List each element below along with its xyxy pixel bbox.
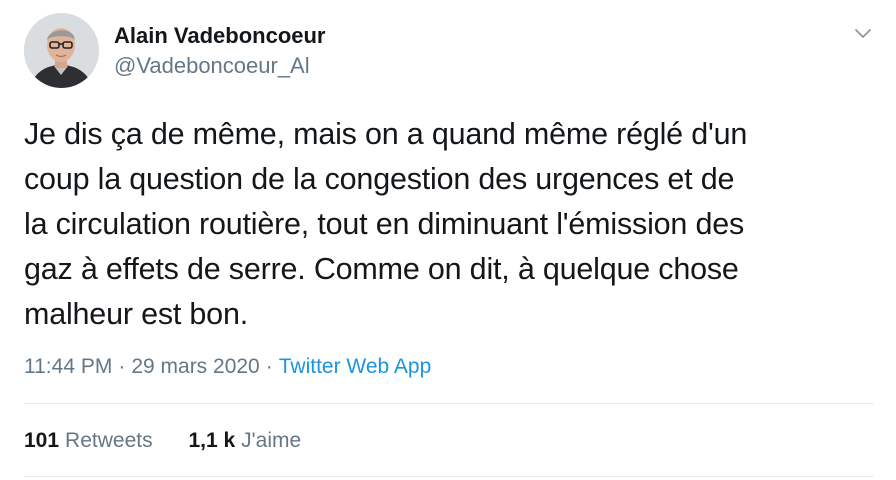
- tweet-stats: 101 Retweets 1,1 k J'aime: [24, 427, 301, 455]
- tweet-menu-button[interactable]: [851, 22, 875, 46]
- avatar[interactable]: [24, 13, 99, 88]
- author-block: Alain Vadeboncoeur @Vadeboncoeur_Al: [114, 22, 326, 80]
- tweet-text-line: malheur est bon.: [24, 297, 248, 331]
- retweets-label: Retweets: [65, 429, 153, 452]
- retweets-stat[interactable]: 101 Retweets: [24, 427, 153, 455]
- tweet-card: Alain Vadeboncoeur @Vadeboncoeur_Al Je d…: [0, 0, 896, 480]
- tweet-source-link[interactable]: Twitter Web App: [279, 355, 432, 378]
- person-avatar-icon: [24, 13, 99, 88]
- meta-separator: ·: [265, 355, 273, 378]
- chevron-down-icon: [855, 29, 871, 38]
- likes-count: 1,1 k: [188, 429, 236, 452]
- display-name[interactable]: Alain Vadeboncoeur: [114, 22, 326, 50]
- likes-label: J'aime: [241, 429, 302, 452]
- tweet-time[interactable]: 11:44 PM: [24, 355, 112, 378]
- tweet-date[interactable]: 29 mars 2020: [131, 355, 259, 378]
- tweet-text-line: la circulation routière, tout en diminua…: [24, 207, 745, 241]
- likes-stat[interactable]: 1,1 k J'aime: [188, 427, 301, 455]
- tweet-text: Je dis ça de même, mais on a quand même …: [24, 112, 874, 337]
- tweet-text-line: Je dis ça de même, mais on a quand même …: [24, 117, 748, 151]
- meta-separator: ·: [118, 355, 126, 378]
- divider: [24, 403, 874, 404]
- retweets-count: 101: [24, 429, 60, 452]
- tweet-text-line: coup la question de la congestion des ur…: [24, 162, 735, 196]
- tweet-metadata: 11:44 PM · 29 mars 2020 · Twitter Web App: [24, 353, 431, 381]
- divider: [24, 476, 874, 477]
- tweet-text-line: gaz à effets de serre. Comme on dit, à q…: [24, 252, 739, 286]
- user-handle[interactable]: @Vadeboncoeur_Al: [114, 52, 326, 80]
